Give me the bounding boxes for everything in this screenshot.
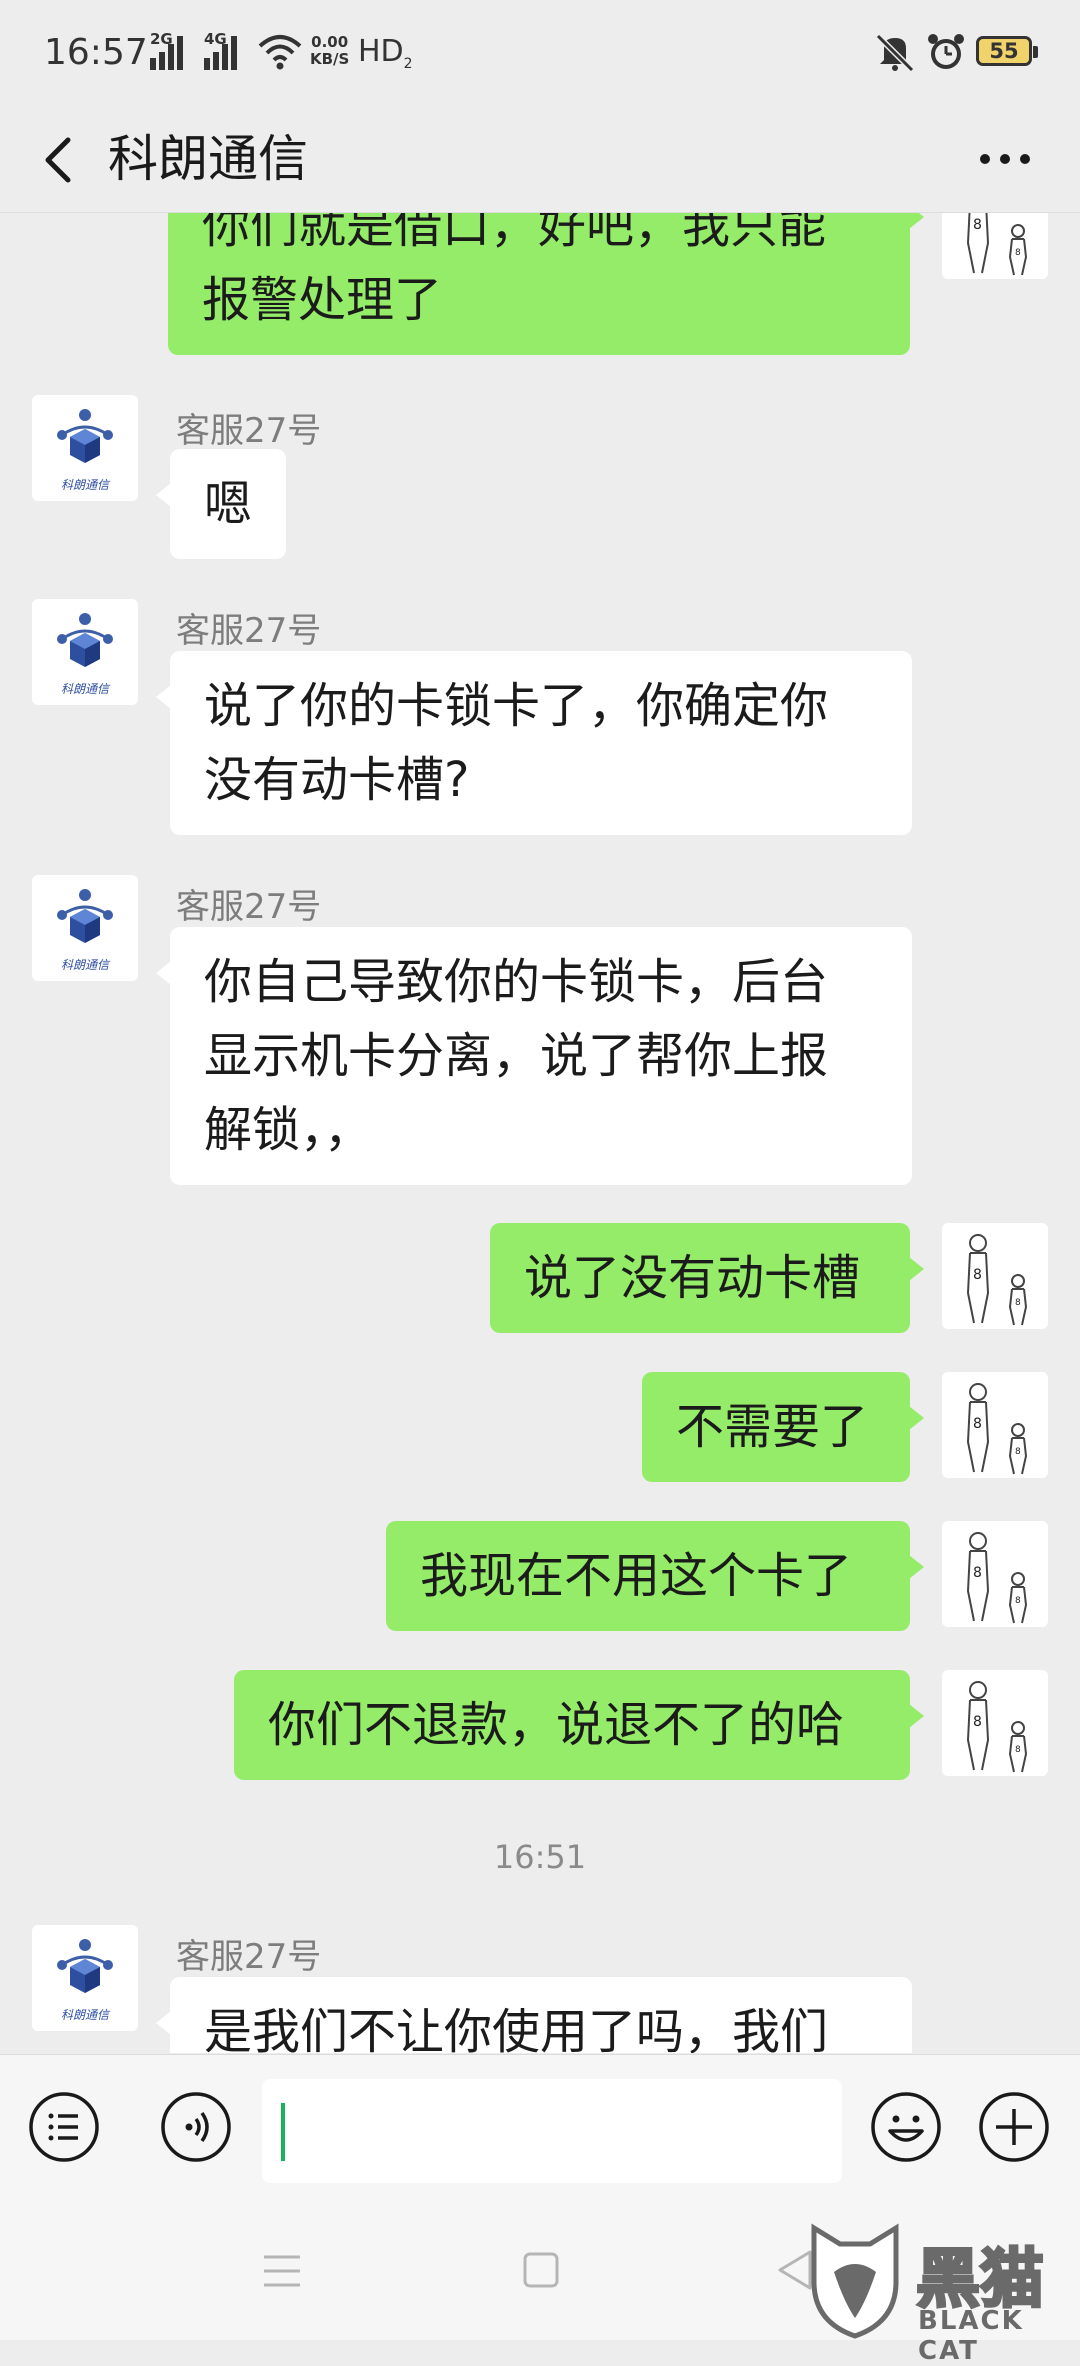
- my-avatar[interactable]: 8 8: [942, 1521, 1048, 1627]
- net-speed: 0.00 KB/S: [310, 33, 350, 68]
- chevron-left-icon[interactable]: [38, 134, 82, 186]
- message-bubble-received[interactable]: 嗯: [156, 449, 286, 559]
- message-bubble-received[interactable]: 是我们不让你使用了吗，我们: [156, 1977, 912, 2053]
- svg-text:科朗通信: 科朗通信: [61, 2008, 111, 2022]
- ellipsis-icon[interactable]: [978, 144, 1032, 174]
- watermark-logo: 黑猫 BLACK CAT: [800, 2222, 1080, 2366]
- my-avatar[interactable]: 8 8: [942, 1223, 1048, 1329]
- svg-text:科朗通信: 科朗通信: [61, 682, 111, 696]
- agent-avatar[interactable]: 科朗通信: [32, 395, 138, 501]
- chat-timestamp: 16:51: [493, 1838, 587, 1876]
- agent-avatar[interactable]: 科朗通信: [32, 599, 138, 705]
- message-bubble-received[interactable]: 你自己导致你的卡锁卡，后台 显示机卡分离，说了帮你上报 解锁，，: [156, 927, 912, 1185]
- list-menu-icon[interactable]: [28, 2091, 100, 2163]
- svg-text:科朗通信: 科朗通信: [61, 478, 111, 492]
- agent-avatar[interactable]: 科朗通信: [32, 1925, 138, 2031]
- chat-title: 科朗通信: [108, 130, 308, 188]
- svg-text:8: 8: [1015, 1596, 1021, 1606]
- svg-text:8: 8: [973, 1565, 982, 1581]
- message-input[interactable]: [262, 2079, 842, 2183]
- message-bubble-sent[interactable]: 你们就是借口，好吧，我只能 报警处理了: [168, 213, 924, 355]
- menu-nav-icon[interactable]: [262, 2253, 302, 2289]
- sender-name: 客服27号: [176, 1937, 322, 1977]
- svg-text:8: 8: [1015, 1447, 1021, 1457]
- home-nav-icon[interactable]: [522, 2251, 560, 2289]
- input-bar: [0, 2054, 1080, 2205]
- svg-text:8: 8: [1015, 248, 1021, 258]
- agent-avatar[interactable]: 科朗通信: [32, 875, 138, 981]
- voice-icon[interactable]: [160, 2091, 232, 2163]
- signal-icon: 2G: [150, 30, 194, 72]
- signal-icon: 4G: [204, 30, 248, 72]
- hd-indicator: HD2: [358, 34, 413, 72]
- alarm-icon: [928, 34, 964, 69]
- svg-text:8: 8: [973, 1267, 982, 1283]
- message-bubble-sent[interactable]: 你们不退款，说退不了的哈: [234, 1670, 924, 1780]
- my-avatar[interactable]: 8 8: [942, 1670, 1048, 1776]
- my-avatar[interactable]: 8 8: [942, 213, 1048, 279]
- svg-text:8: 8: [973, 1714, 982, 1730]
- wifi-icon: [258, 35, 302, 70]
- status-bar: 16:57 2G 4G 0.00 KB/S HD2 55: [0, 0, 1080, 108]
- plus-icon[interactable]: [978, 2091, 1050, 2163]
- my-avatar[interactable]: 8 8: [942, 1372, 1048, 1478]
- mute-icon: [875, 33, 915, 72]
- battery-icon: 55: [976, 36, 1038, 66]
- emoji-icon[interactable]: [870, 2091, 942, 2163]
- sender-name: 客服27号: [176, 411, 322, 451]
- chat-header: 科朗通信: [0, 108, 1080, 213]
- black-cat-logo-icon: [811, 2223, 899, 2339]
- svg-text:科朗通信: 科朗通信: [61, 958, 111, 972]
- message-bubble-sent[interactable]: 不需要了: [642, 1372, 924, 1482]
- text-caret: [281, 2103, 285, 2161]
- message-bubble-sent[interactable]: 我现在不用这个卡了: [386, 1521, 924, 1631]
- status-time: 16:57: [44, 32, 148, 73]
- sender-name: 客服27号: [176, 611, 322, 651]
- svg-text:8: 8: [973, 217, 982, 233]
- svg-text:8: 8: [1015, 1298, 1021, 1308]
- sender-name: 客服27号: [176, 887, 322, 927]
- message-bubble-sent[interactable]: 说了没有动卡槽: [490, 1223, 924, 1333]
- message-bubble-received[interactable]: 说了你的卡锁卡了，你确定你 没有动卡槽?: [156, 651, 912, 835]
- message-list[interactable]: 你们就是借口，好吧，我只能 报警处理了 8 8 科朗通信 客服27号 嗯 科朗通…: [0, 213, 1080, 2053]
- watermark-en: BLACK CAT: [918, 2306, 1024, 2366]
- svg-text:8: 8: [1015, 1745, 1021, 1755]
- svg-text:8: 8: [973, 1416, 982, 1432]
